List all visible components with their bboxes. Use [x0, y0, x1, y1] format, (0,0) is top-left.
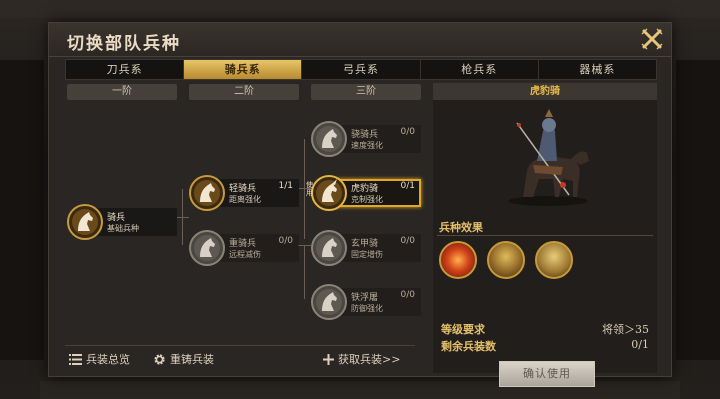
- backdrop-left-column: [0, 60, 44, 360]
- tier-3-header: 三阶: [311, 84, 421, 100]
- list-icon: [69, 353, 82, 365]
- unit-node-tiger-leopard-cavalry[interactable]: 使用 虎豹骑 克制强化 0/1: [306, 175, 421, 211]
- connector: [304, 245, 305, 299]
- dialog-title-bar: 切换部队兵种: [49, 23, 671, 57]
- unit-name: 虎豹骑: [351, 184, 379, 194]
- backdrop-right-column: [676, 60, 720, 360]
- unit-node-swift-cavalry[interactable]: 骁骑兵 速度强化 0/0: [311, 121, 421, 157]
- confirm-use-button[interactable]: 确认使用: [499, 361, 595, 387]
- cavalry-portrait-image: [493, 109, 603, 209]
- reforge-equipment-label: 重铸兵装: [170, 353, 214, 366]
- horse-icon: [67, 204, 103, 240]
- horse-icon: [311, 121, 347, 157]
- level-requirement-row: 等级要求 将领＞35: [441, 321, 653, 337]
- switch-troop-dialog: 切换部队兵种 刀兵系 骑兵系 弓兵系 枪兵系 器械系 一阶 二阶 三阶 骑兵 基…: [48, 22, 672, 387]
- effects-label: 兵种效果: [439, 221, 483, 234]
- gear-icon: [154, 353, 165, 365]
- unit-desc: 基础兵种: [107, 224, 139, 233]
- horse-icon: [311, 230, 347, 266]
- connector: [304, 139, 305, 239]
- remaining-equipment-row: 剩余兵装数 0/1: [441, 338, 653, 354]
- tab-cavalry[interactable]: 骑兵系: [184, 60, 303, 79]
- connector: [182, 189, 183, 245]
- unit-desc: 远程减伤: [229, 250, 261, 259]
- horse-icon: [189, 230, 225, 266]
- close-button[interactable]: [639, 26, 665, 52]
- level-requirement-value: 将领＞35: [602, 323, 649, 336]
- equipment-overview-button[interactable]: 兵装总览: [69, 351, 130, 367]
- unit-desc: 固定增伤: [351, 250, 383, 259]
- unit-desc: 距离强化: [229, 195, 261, 204]
- effects-divider: [437, 235, 653, 236]
- tab-archer[interactable]: 弓兵系: [302, 60, 421, 79]
- unit-desc: 速度强化: [351, 141, 383, 150]
- tier-1-header: 一阶: [67, 84, 177, 100]
- unit-detail-panel: 虎豹骑 兵种效果 等级要求 将领＞35 剩余兵装数 0/1 确认使用: [433, 83, 657, 387]
- close-icon: [641, 28, 663, 50]
- reforge-equipment-button[interactable]: 重铸兵装: [153, 351, 214, 367]
- unit-node-black-armor-cavalry[interactable]: 玄甲骑 固定增伤 0/0: [311, 230, 421, 266]
- tab-spear[interactable]: 枪兵系: [421, 60, 539, 79]
- unit-node-cavalry[interactable]: 骑兵 基础兵种: [67, 204, 177, 240]
- unit-node-iron-pagoda[interactable]: 铁浮屠 防御强化 0/0: [311, 284, 421, 320]
- unit-name: 玄甲骑: [351, 239, 379, 249]
- unit-count: 0/1: [400, 181, 415, 191]
- unit-name: 骑兵: [107, 213, 126, 223]
- horse-icon: [189, 175, 225, 211]
- unit-desc: 防御强化: [351, 304, 383, 313]
- tier-2-header: 二阶: [189, 84, 299, 100]
- unit-count: 0/0: [400, 236, 415, 246]
- effect-cavalry-charge-icon[interactable]: [487, 241, 525, 279]
- unit-name: 轻骑兵: [229, 184, 257, 194]
- tab-siege[interactable]: 器械系: [539, 60, 656, 79]
- unit-name: 骁骑兵: [351, 130, 379, 140]
- unit-node-heavy-cavalry[interactable]: 重骑兵 远程减伤 0/0: [189, 230, 299, 266]
- remaining-equipment-value: 0/1: [631, 338, 649, 351]
- dialog-title: 切换部队兵种: [67, 34, 181, 54]
- unit-count: 1/1: [278, 181, 293, 191]
- effect-fire-icon[interactable]: [439, 241, 477, 279]
- tab-blade[interactable]: 刀兵系: [66, 60, 185, 79]
- level-requirement-label: 等级要求: [441, 323, 485, 336]
- in-use-tag: 使用: [306, 181, 313, 197]
- effect-cavalry-rider-icon[interactable]: [535, 241, 573, 279]
- plus-icon: [323, 353, 334, 365]
- unit-count: 0/0: [400, 127, 415, 137]
- remaining-equipment-label: 剩余兵装数: [441, 340, 496, 353]
- detail-unit-name: 虎豹骑: [433, 83, 657, 100]
- unit-count: 0/0: [400, 290, 415, 300]
- unit-name: 铁浮屠: [351, 293, 379, 303]
- unit-node-light-cavalry[interactable]: 轻骑兵 距离强化 1/1: [189, 175, 299, 211]
- equipment-overview-label: 兵装总览: [86, 353, 130, 366]
- unit-name: 重骑兵: [229, 239, 257, 249]
- backdrop-top-bar: [0, 0, 720, 18]
- get-equipment-button[interactable]: 获取兵装>>: [323, 351, 400, 367]
- unit-count: 0/0: [278, 236, 293, 246]
- horse-icon: [311, 284, 347, 320]
- troop-category-tabs: 刀兵系 骑兵系 弓兵系 枪兵系 器械系: [65, 59, 657, 80]
- unit-desc: 克制强化: [351, 195, 383, 204]
- get-equipment-label: 获取兵装>>: [338, 353, 401, 366]
- footer-divider: [65, 345, 415, 346]
